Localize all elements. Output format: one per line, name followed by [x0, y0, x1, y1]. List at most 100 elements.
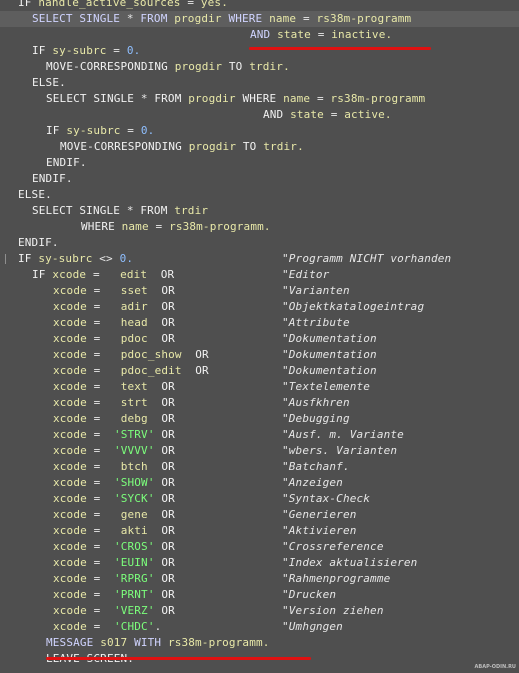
code-comment: "Textelemente: [282, 380, 371, 393]
code-text: xcode = head OR: [53, 315, 175, 331]
code-token: OR: [161, 284, 175, 297]
code-token: TO: [228, 60, 250, 73]
code-token: handle_active_sources: [38, 0, 181, 9]
code-line[interactable]: AND state = inactive.: [0, 27, 519, 43]
code-token: WHERE: [242, 92, 284, 105]
code-token: *: [126, 204, 141, 217]
code-line[interactable]: xcode = 'RPRG' OR "Rahmenprogramme: [0, 571, 519, 587]
code-line[interactable]: ELSE.: [0, 187, 519, 203]
code-text: IF sy-subrc = 0.: [46, 123, 154, 139]
code-line[interactable]: ENDIF.: [0, 155, 519, 171]
code-token: =: [92, 268, 121, 281]
code-text: xcode = 'CHDC'.: [53, 619, 161, 635]
code-token: text: [120, 380, 162, 393]
code-token: MOVE-CORRESPONDING: [46, 60, 175, 73]
code-line[interactable]: xcode = 'CHDC'. "Umhɡngen: [0, 619, 519, 635]
code-line[interactable]: ELSE.: [0, 75, 519, 91]
code-token: AND: [250, 28, 278, 41]
code-comment: "Ausf. m. Variante: [282, 428, 404, 441]
code-comment: "Drucken: [282, 588, 337, 601]
code-token: trdir.: [263, 140, 304, 153]
code-text: ENDIF.: [32, 171, 73, 187]
code-token: sy-subrc: [66, 124, 128, 137]
code-token: inactive.: [331, 28, 393, 41]
code-line[interactable]: IF sy-subrc = 0.: [0, 43, 519, 59]
code-line[interactable]: xcode = 'SHOW' OR "Anzeigen: [0, 475, 519, 491]
code-line[interactable]: xcode = btch OR "Batchanf.: [0, 459, 519, 475]
code-line[interactable]: IF handle_active_sources = yes.: [0, 0, 519, 11]
code-token: sy-subrc: [52, 44, 114, 57]
code-line[interactable]: xcode = akti OR "Aktivieren: [0, 523, 519, 539]
code-line[interactable]: xcode = pdoc_show OR "Dokumentation: [0, 347, 519, 363]
code-line[interactable]: xcode = 'PRNT' OR "Drucken: [0, 587, 519, 603]
code-token: OR: [161, 604, 175, 617]
code-text: SELECT SINGLE * FROM progdir WHERE name …: [32, 11, 411, 27]
code-line[interactable]: xcode = 'CROS' OR "Crossreference: [0, 539, 519, 555]
code-line[interactable]: xcode = gene OR "Generieren: [0, 507, 519, 523]
code-line[interactable]: IF sy-subrc <> 0. "Programm NICHT vorhand…: [0, 251, 519, 267]
code-token: OR: [161, 380, 175, 393]
code-comment: "Syntax-Check: [282, 492, 371, 505]
code-comment: "Batchanf.: [282, 460, 350, 473]
code-line[interactable]: xcode = 'EUIN' OR "Index aktualisieren: [0, 555, 519, 571]
code-token: =: [330, 108, 345, 121]
code-line[interactable]: MOVE-CORRESPONDING progdir TO trdir.: [0, 59, 519, 75]
code-line[interactable]: xcode = head OR "Attribute: [0, 315, 519, 331]
code-text: xcode = 'VERZ' OR: [53, 603, 175, 619]
code-line[interactable]: IF xcode = edit OR "Editor: [0, 267, 519, 283]
code-line[interactable]: xcode = text OR "Textelemente: [0, 379, 519, 395]
code-comment: "Version ziehen: [282, 604, 384, 617]
code-token: rs38m-programm: [316, 12, 412, 25]
code-line[interactable]: ENDIF.: [0, 235, 519, 251]
code-token: =: [113, 44, 127, 57]
code-token: *: [140, 92, 155, 105]
code-token: =: [93, 284, 121, 297]
code-token: trdir: [174, 204, 209, 217]
code-token: =: [93, 332, 121, 345]
code-text: xcode = 'CROS' OR: [53, 539, 175, 555]
code-line[interactable]: xcode = 'VERZ' OR "Version ziehen: [0, 603, 519, 619]
code-line[interactable]: xcode = debg OR "Debugging: [0, 411, 519, 427]
code-line[interactable]: SELECT SINGLE * FROM trdir: [0, 203, 519, 219]
code-comment: "Dokumentation: [282, 364, 377, 377]
code-token: ELSE.: [32, 76, 66, 89]
code-line[interactable]: xcode = adir OR "Objektkatalogeintrag: [0, 299, 519, 315]
code-line[interactable]: SELECT SINGLE * FROM progdir WHERE name …: [0, 11, 519, 27]
code-token: SELECT SINGLE: [32, 204, 127, 217]
code-line[interactable]: MOVE-CORRESPONDING progdir TO trdir.: [0, 139, 519, 155]
code-token: WITH: [134, 636, 168, 649]
code-token: pdoc: [120, 332, 162, 345]
code-token: xcode: [53, 460, 94, 473]
code-text: xcode = pdoc_show OR: [53, 347, 209, 363]
code-token: MESSAGE: [46, 636, 101, 649]
code-comment: "wbers. Varianten: [282, 444, 398, 457]
code-text: xcode = adir OR: [53, 299, 175, 315]
code-line[interactable]: AND state = active.: [0, 107, 519, 123]
code-line[interactable]: xcode = sset OR "Varianten: [0, 283, 519, 299]
code-token: =: [93, 508, 121, 521]
code-text: MOVE-CORRESPONDING progdir TO trdir.: [46, 59, 290, 75]
code-line[interactable]: xcode = 'STRV' OR "Ausf. m. Variante: [0, 427, 519, 443]
code-token: sset: [120, 284, 162, 297]
code-comment: "Objektkatalogeintrag: [282, 300, 425, 313]
code-line[interactable]: xcode = 'SYCK' OR "Syntax-Check: [0, 491, 519, 507]
abap-code-editor[interactable]: ABAP-ODIN.RU IF handle_active_sources = …: [0, 0, 519, 673]
code-line[interactable]: MESSAGE s017 WITH rs38m-programm.: [0, 635, 519, 651]
code-token: xcode: [53, 620, 94, 633]
code-line[interactable]: ENDIF.: [0, 171, 519, 187]
code-line[interactable]: xcode = pdoc_edit OR "Dokumentation: [0, 363, 519, 379]
code-line[interactable]: xcode = strt OR "Ausfkhren: [0, 395, 519, 411]
code-line[interactable]: WHERE name = rs38m-programm.: [0, 219, 519, 235]
code-token: OR: [161, 460, 175, 473]
code-token: OR: [161, 540, 175, 553]
code-comment: "Attribute: [282, 316, 350, 329]
code-line[interactable]: xcode = pdoc OR "Dokumentation: [0, 331, 519, 347]
code-line[interactable]: IF sy-subrc = 0.: [0, 123, 519, 139]
code-comment: "Programm NICHT vorhanden: [282, 252, 452, 265]
code-text: xcode = gene OR: [53, 507, 175, 523]
code-token: =: [93, 316, 121, 329]
code-line[interactable]: SELECT SINGLE * FROM progdir WHERE name …: [0, 91, 519, 107]
code-token: edit: [120, 268, 161, 281]
code-line[interactable]: xcode = 'VVVV' OR "wbers. Varianten: [0, 443, 519, 459]
code-token: OR: [161, 508, 175, 521]
